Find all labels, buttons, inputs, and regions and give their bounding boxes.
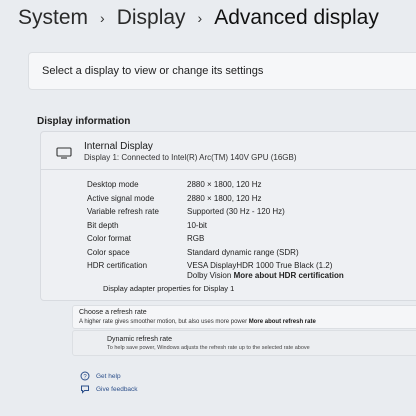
property-row: Active signal mode 2880 × 1800, 120 Hz [87,192,416,206]
page-title: Advanced display [214,6,379,29]
hdr-dolby-vision: Dolby Vision [187,271,232,280]
refresh-rate-description: A higher rate gives smoother motion, but… [79,319,316,325]
property-row: Desktop mode 2880 × 1800, 120 Hz [87,178,416,192]
property-label: Variable refresh rate [87,207,159,217]
display-connection: Display 1: Connected to Intel(R) Arc(TM)… [84,153,297,162]
help-icon: ? [80,371,90,381]
property-label: Bit depth [87,220,119,230]
hdr-more-link[interactable]: More about HDR certification [234,271,344,280]
property-label: Color space [87,247,130,257]
property-value: Supported (30 Hz - 120 Hz) [187,207,285,217]
dynamic-refresh-rate-title: Dynamic refresh rate [107,336,172,343]
property-row: Bit depth 10-bit [87,219,416,233]
property-row: Color format RGB [87,232,416,246]
breadcrumb: System › Display › Advanced display [18,2,379,34]
property-row-hdr: HDR certification VESA DisplayHDR 1000 T… [87,259,416,281]
display-name: Internal Display [84,141,153,152]
property-row: Variable refresh rate Supported (30 Hz -… [87,205,416,219]
property-value: 10-bit [187,220,208,230]
refresh-rate-description-text: A higher rate gives smoother motion, but… [79,319,248,325]
get-help-label: Get help [96,372,121,380]
display-selector-label: Select a display to view or change its s… [42,65,264,77]
breadcrumb-display[interactable]: Display [117,6,186,30]
property-label: HDR certification [87,261,148,270]
monitor-icon [56,146,72,164]
property-label: Active signal mode [87,193,155,203]
breadcrumb-separator: › [100,10,105,26]
display-information-card: Internal Display Display 1: Connected to… [40,131,416,301]
section-title-display-information: Display information [37,116,131,127]
refresh-rate-title: Choose a refresh rate [79,309,147,316]
property-value: VESA DisplayHDR 1000 True Black (1.2) Do… [187,261,344,281]
property-value: 2880 × 1800, 120 Hz [187,193,262,203]
property-label: Desktop mode [87,180,139,190]
property-value: Standard dynamic range (SDR) [187,247,299,257]
property-row: Color space Standard dynamic range (SDR) [87,246,416,260]
display-adapter-properties-link[interactable]: Display adapter properties for Display 1 [103,284,234,293]
feedback-icon [80,384,90,394]
display-header: Internal Display Display 1: Connected to… [41,132,416,170]
give-feedback-label: Give feedback [96,385,138,393]
property-label: Color format [87,234,132,244]
display-properties: Desktop mode 2880 × 1800, 120 Hz Active … [87,178,416,281]
breadcrumb-separator: › [197,10,203,26]
refresh-rate-setting[interactable]: Choose a refresh rate A higher rate give… [72,305,416,329]
get-help-link[interactable]: ? Get help [80,371,121,381]
property-value: RGB [187,234,205,244]
give-feedback-link[interactable]: Give feedback [80,384,138,394]
display-selector[interactable]: Select a display to view or change its s… [28,52,416,90]
breadcrumb-system[interactable]: System [18,6,88,30]
dynamic-refresh-rate-setting[interactable]: Dynamic refresh rate To help save power,… [72,330,416,356]
dynamic-refresh-rate-description: To help save power, Windows adjusts the … [107,345,310,351]
property-value: 2880 × 1800, 120 Hz [187,180,262,190]
refresh-rate-more-link[interactable]: More about refresh rate [249,319,316,325]
hdr-certification-value: VESA DisplayHDR 1000 True Black (1.2) [187,261,333,270]
